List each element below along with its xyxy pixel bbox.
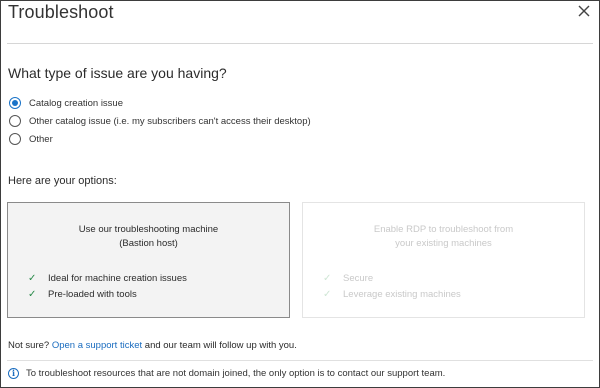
card-title-line: Enable RDP to troubleshoot from <box>373 224 514 235</box>
support-prompt-suffix: and our team will follow up with you. <box>142 340 297 351</box>
close-icon[interactable] <box>577 4 591 18</box>
radio-label: Catalog creation issue <box>29 97 123 109</box>
card-feature-item: ✓ Secure <box>323 270 461 286</box>
card-title-line: (Bastion host) <box>119 238 178 249</box>
footer-divider <box>7 360 593 361</box>
card-title: Enable RDP to troubleshoot from your exi… <box>303 223 584 251</box>
radio-button[interactable] <box>9 115 21 127</box>
radio-option-catalog-creation[interactable]: Catalog creation issue <box>9 94 311 112</box>
card-feature-list: ✓ Secure ✓ Leverage existing machines <box>323 270 461 302</box>
issue-question: What type of issue are you having? <box>8 65 227 81</box>
options-heading: Here are your options: <box>8 175 117 187</box>
check-icon: ✓ <box>28 288 37 300</box>
title-divider <box>7 43 593 44</box>
card-feature-label: Ideal for machine creation issues <box>48 272 187 284</box>
card-title: Use our troubleshooting machine (Bastion… <box>8 223 289 251</box>
card-feature-item: ✓ Ideal for machine creation issues <box>28 270 187 286</box>
card-title-line: Use our troubleshooting machine <box>78 224 219 235</box>
card-feature-label: Secure <box>343 272 374 284</box>
option-card-bastion-host[interactable]: Use our troubleshooting machine (Bastion… <box>7 202 290 318</box>
card-feature-label: Leverage existing machines <box>343 288 461 300</box>
info-note: i To troubleshoot resources that are not… <box>8 368 445 379</box>
radio-button-selected[interactable] <box>9 97 21 109</box>
radio-label: Other catalog issue (i.e. my subscribers… <box>29 115 311 127</box>
issue-radio-group: Catalog creation issue Other catalog iss… <box>9 94 311 148</box>
radio-label: Other <box>29 133 53 145</box>
card-feature-item: ✓ Leverage existing machines <box>323 286 461 302</box>
check-icon: ✓ <box>323 272 332 284</box>
card-title-line: your existing machines <box>395 238 492 249</box>
check-icon: ✓ <box>323 288 332 300</box>
option-card-enable-rdp: Enable RDP to troubleshoot from your exi… <box>302 202 585 318</box>
dialog-title: Troubleshoot <box>8 2 114 22</box>
info-text: To troubleshoot resources that are not d… <box>26 368 446 379</box>
card-feature-item: ✓ Pre-loaded with tools <box>28 286 187 302</box>
radio-option-other[interactable]: Other <box>9 130 311 148</box>
info-icon: i <box>8 368 19 379</box>
support-prompt: Not sure? Open a support ticket and our … <box>8 340 297 351</box>
support-prompt-prefix: Not sure? <box>8 340 52 351</box>
open-support-ticket-link[interactable]: Open a support ticket <box>52 340 142 351</box>
radio-option-other-catalog[interactable]: Other catalog issue (i.e. my subscribers… <box>9 112 311 130</box>
radio-button[interactable] <box>9 133 21 145</box>
troubleshoot-dialog: Troubleshoot What type of issue are you … <box>0 0 600 388</box>
card-feature-label: Pre-loaded with tools <box>48 288 137 300</box>
check-icon: ✓ <box>28 272 37 284</box>
card-feature-list: ✓ Ideal for machine creation issues ✓ Pr… <box>28 270 187 302</box>
